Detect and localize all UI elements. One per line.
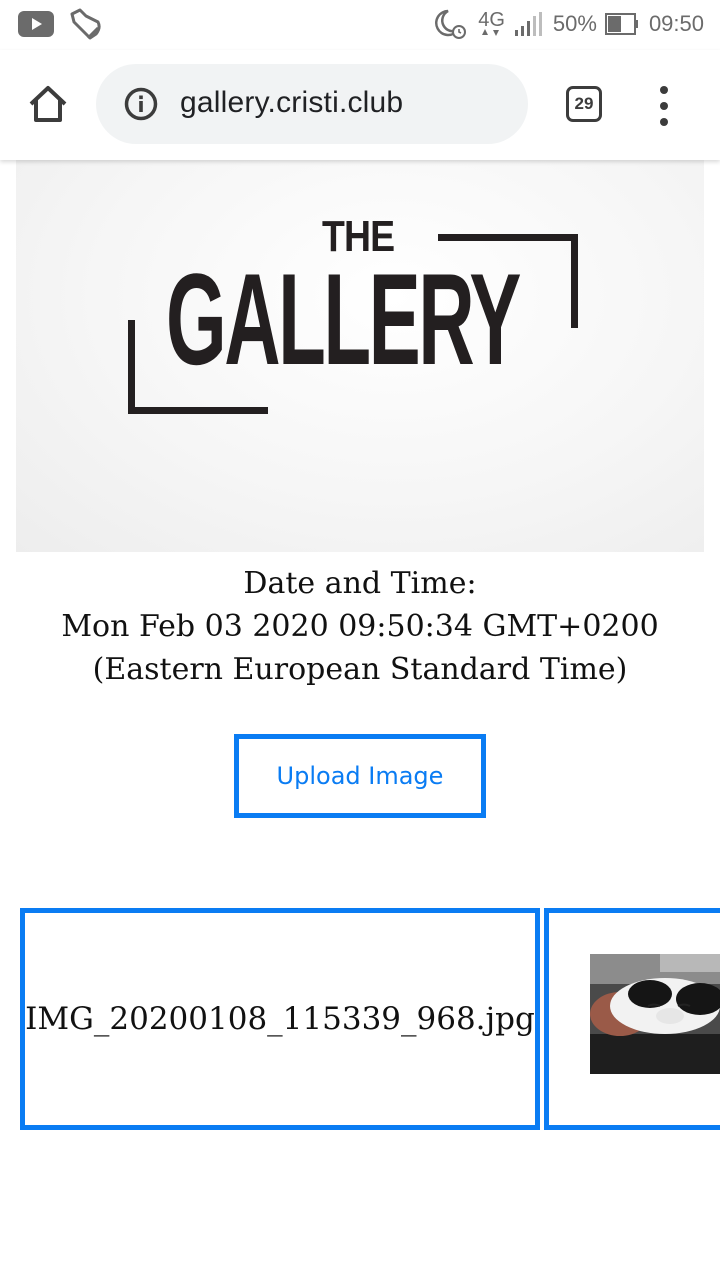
datetime-value: Mon Feb 03 2020 09:50:34 GMT+0200 <box>61 609 659 644</box>
network-type: 4G <box>478 9 505 31</box>
notification-icon <box>68 8 102 40</box>
browser-toolbar: gallery.cristi.club 29 <box>0 50 720 160</box>
cat-photo-thumbnail[interactable] <box>590 954 720 1074</box>
datetime-label: Date and Time: <box>243 566 477 601</box>
youtube-icon <box>18 11 54 37</box>
logo-bracket <box>438 234 578 241</box>
info-icon[interactable] <box>124 87 158 121</box>
gallery-card[interactable] <box>544 908 720 1130</box>
gallery-filename: IMG_20200108_115339_968.jpg <box>25 1001 535 1037</box>
address-bar[interactable]: gallery.cristi.club <box>96 64 528 144</box>
logo-bracket <box>128 320 135 414</box>
logo-bracket <box>128 407 268 414</box>
home-icon[interactable] <box>26 82 70 126</box>
battery-icon <box>604 13 639 35</box>
hero-banner: THE GALLERY <box>16 160 704 552</box>
tab-count: 29 <box>574 94 594 113</box>
datetime-block: Date and Time: Mon Feb 03 2020 09:50:34 … <box>0 562 720 691</box>
gallery-card[interactable]: IMG_20200108_115339_968.jpg <box>20 908 540 1130</box>
url-text: gallery.cristi.club <box>180 86 404 119</box>
network-4g-icon: 4G <box>478 9 505 37</box>
logo-main-text: GALLERY <box>166 246 521 392</box>
battery-status: 50% <box>553 11 639 37</box>
clock: 09:50 <box>648 11 704 36</box>
logo-bracket <box>571 234 578 328</box>
signal-icon <box>514 12 543 36</box>
tabs-icon[interactable]: 29 <box>566 86 602 122</box>
status-bar: 4G 50% 09:50 <box>0 0 720 50</box>
upload-image-label: Upload Image <box>276 762 444 790</box>
upload-image-button[interactable]: Upload Image <box>234 734 486 818</box>
battery-percent: 50% <box>552 11 597 36</box>
datetime-timezone: (Eastern European Standard Time) <box>92 652 628 687</box>
menu-icon[interactable] <box>654 86 674 126</box>
night-alarm-icon <box>434 8 468 40</box>
